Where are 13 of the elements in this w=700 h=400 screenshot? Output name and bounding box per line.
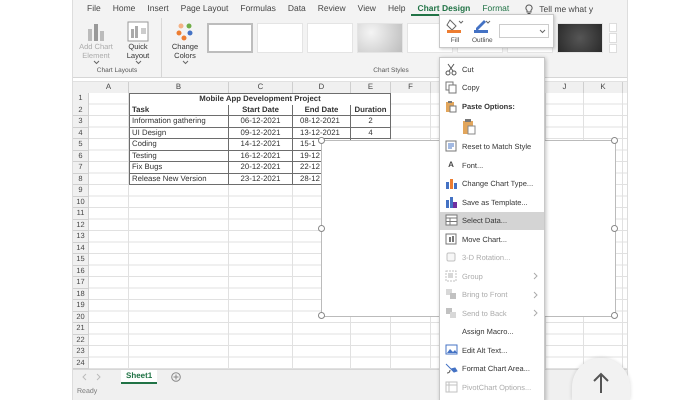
ribbon-tab[interactable]: Page Layout (174, 2, 234, 16)
ribbon-tab[interactable]: View (352, 2, 382, 16)
ribbon-tab[interactable]: Help (382, 2, 412, 16)
ribbon-tab[interactable]: Data (282, 2, 312, 16)
sheet-tab[interactable]: Sheet1 (121, 370, 158, 384)
ribbon-tab[interactable]: Formulas (234, 2, 282, 16)
font-icon: A (448, 159, 454, 172)
ribbon-tab[interactable]: Insert (141, 2, 175, 16)
ribbon-tab[interactable]: Format (476, 2, 516, 16)
ribbon-tab[interactable]: Home (106, 2, 142, 16)
ribbon-tab[interactable]: Review (312, 2, 352, 16)
ribbon-tab[interactable]: File (81, 2, 107, 16)
search-hint[interactable]: Tell me what y (539, 2, 594, 16)
